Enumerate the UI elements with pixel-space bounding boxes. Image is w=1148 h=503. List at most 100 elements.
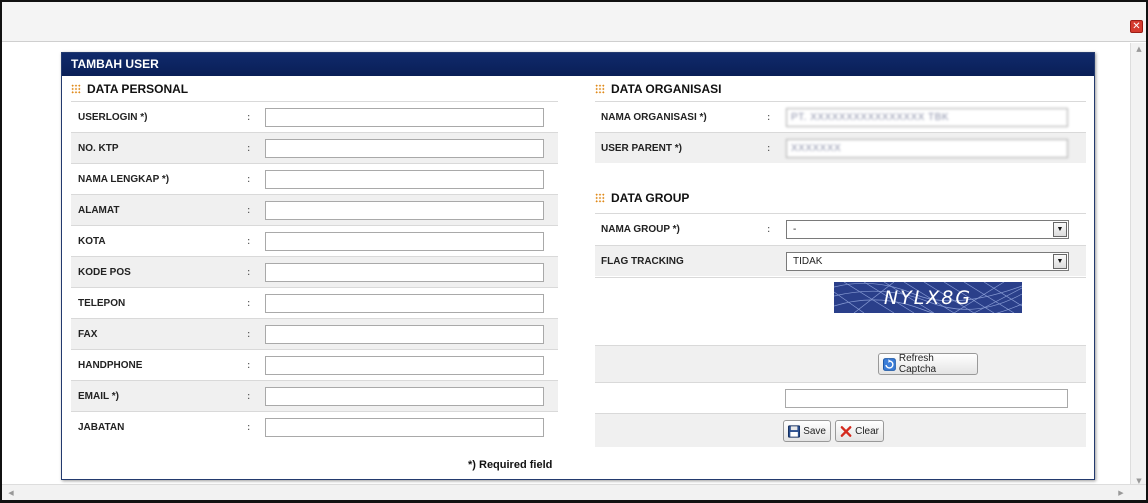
field-colon: :	[247, 359, 251, 371]
row-user-parent: USER PARENT *) :	[595, 132, 1086, 163]
row-personal-field: TELEPON:	[71, 287, 558, 318]
field-label: FAX	[78, 328, 98, 340]
section-title-text: DATA PERSONAL	[87, 82, 189, 96]
field-colon: :	[247, 266, 251, 278]
grid-icon	[595, 193, 605, 203]
refresh-icon	[883, 357, 896, 371]
field-label: NAMA GROUP *)	[601, 223, 680, 235]
field-label: KODE POS	[78, 266, 131, 278]
personal-field-input[interactable]	[265, 417, 544, 437]
field-colon: :	[247, 142, 251, 154]
clear-label: Clear	[855, 425, 879, 437]
captcha-image: NYLX8G	[834, 282, 1022, 313]
save-label: Save	[803, 425, 826, 437]
nama-group-selected-value: -	[793, 223, 797, 235]
refresh-captcha-button[interactable]: Refresh Captcha	[878, 353, 978, 375]
floppy-disk-icon	[788, 424, 801, 438]
row-personal-field: NO. KTP:	[71, 132, 558, 163]
personal-field-input[interactable]	[265, 262, 544, 282]
row-personal-field: KOTA:	[71, 225, 558, 256]
field-colon: :	[767, 111, 771, 123]
scroll-left-icon[interactable]: ◀	[4, 485, 18, 501]
clear-x-icon	[840, 425, 852, 437]
refresh-captcha-label: Refresh Captcha	[898, 353, 937, 375]
row-personal-field: USERLOGIN *):	[71, 101, 558, 132]
personal-field-input[interactable]	[265, 293, 544, 313]
field-label: FLAG TRACKING	[601, 255, 684, 267]
vertical-scrollbar[interactable]: ▲ ▼	[1130, 43, 1146, 487]
field-label: USER PARENT *)	[601, 142, 682, 154]
section-data-group: DATA GROUP	[595, 191, 689, 205]
field-label: ALAMAT	[78, 204, 120, 216]
field-colon: :	[247, 111, 251, 123]
row-personal-field: JABATAN:	[71, 411, 558, 442]
field-label: EMAIL *)	[78, 390, 119, 402]
row-personal-field: EMAIL *):	[71, 380, 558, 411]
dialog-titlebar: ✕	[2, 2, 1146, 42]
chevron-down-icon[interactable]: ▼	[1053, 253, 1067, 269]
field-label: KOTA	[78, 235, 106, 247]
personal-field-input[interactable]	[265, 231, 544, 251]
row-refresh-captcha: Refresh Captcha	[595, 345, 1086, 382]
save-button[interactable]: Save	[783, 420, 831, 442]
row-flag-tracking: FLAG TRACKING TIDAK ▼	[595, 245, 1086, 276]
scroll-right-icon[interactable]: ▶	[1114, 485, 1128, 501]
row-actions: Save Clear	[595, 413, 1086, 447]
chevron-down-icon[interactable]: ▼	[1053, 221, 1067, 237]
captcha-input[interactable]	[785, 388, 1068, 408]
personal-field-input[interactable]	[265, 355, 544, 375]
close-icon[interactable]: ✕	[1130, 20, 1143, 33]
field-label: USERLOGIN *)	[78, 111, 148, 123]
row-personal-field: HANDPHONE:	[71, 349, 558, 380]
row-captcha-input	[595, 382, 1086, 413]
field-label: NAMA LENGKAP *)	[78, 173, 170, 185]
horizontal-scrollbar[interactable]: ◀ ▶	[2, 484, 1146, 500]
section-data-personal: DATA PERSONAL	[71, 82, 188, 96]
row-personal-field: FAX:	[71, 318, 558, 349]
flag-tracking-select[interactable]: TIDAK ▼	[786, 251, 1069, 271]
dialog-content: ▲ ▼ ◀ ▶ TAMBAH USER DATA PERSONAL USERLO…	[2, 43, 1146, 500]
field-label: NO. KTP	[78, 142, 119, 154]
personal-field-input[interactable]	[265, 324, 544, 344]
personal-field-input[interactable]	[265, 386, 544, 406]
field-colon: :	[247, 421, 251, 433]
field-label: TELEPON	[78, 297, 126, 309]
field-label: HANDPHONE	[78, 359, 143, 371]
row-personal-field: ALAMAT:	[71, 194, 558, 225]
grid-icon	[595, 84, 605, 94]
dialog-window: ✕ ▲ ▼ ◀ ▶ TAMBAH USER DATA PERSONAL USER…	[0, 0, 1148, 503]
grid-icon	[71, 84, 81, 94]
row-captcha: NYLX8G	[595, 277, 1086, 345]
field-label: NAMA ORGANISASI *)	[601, 111, 707, 123]
field-colon: :	[247, 328, 251, 340]
section-title-text: DATA ORGANISASI	[611, 82, 722, 96]
row-nama-organisasi: NAMA ORGANISASI *) :	[595, 101, 1086, 132]
nama-group-select[interactable]: - ▼	[786, 219, 1069, 239]
personal-field-input[interactable]	[265, 138, 544, 158]
clear-button[interactable]: Clear	[835, 420, 884, 442]
tambah-user-panel: TAMBAH USER DATA PERSONAL USERLOGIN *): N…	[61, 52, 1095, 480]
flag-tracking-selected-value: TIDAK	[793, 255, 823, 267]
row-nama-group: NAMA GROUP *) : - ▼	[595, 213, 1086, 244]
scroll-up-icon[interactable]: ▲	[1131, 43, 1147, 55]
required-field-note: *) Required field	[468, 459, 553, 471]
personal-field-input[interactable]	[265, 169, 544, 189]
section-data-organisasi: DATA ORGANISASI	[595, 82, 721, 96]
nama-organisasi-input[interactable]	[786, 107, 1068, 127]
field-colon: :	[247, 390, 251, 402]
personal-field-input[interactable]	[265, 200, 544, 220]
field-colon: :	[247, 297, 251, 309]
row-personal-field: NAMA LENGKAP *):	[71, 163, 558, 194]
personal-field-input[interactable]	[265, 107, 544, 127]
panel-title: TAMBAH USER	[62, 53, 1094, 76]
field-colon: :	[247, 235, 251, 247]
field-label: JABATAN	[78, 421, 125, 433]
field-colon: :	[247, 173, 251, 185]
field-colon: :	[247, 204, 251, 216]
row-personal-field: KODE POS:	[71, 256, 558, 287]
section-title-text: DATA GROUP	[611, 191, 690, 205]
field-colon: :	[767, 223, 771, 235]
user-parent-input[interactable]	[786, 138, 1068, 158]
field-colon: :	[767, 142, 771, 154]
captcha-text: NYLX8G	[883, 287, 973, 309]
